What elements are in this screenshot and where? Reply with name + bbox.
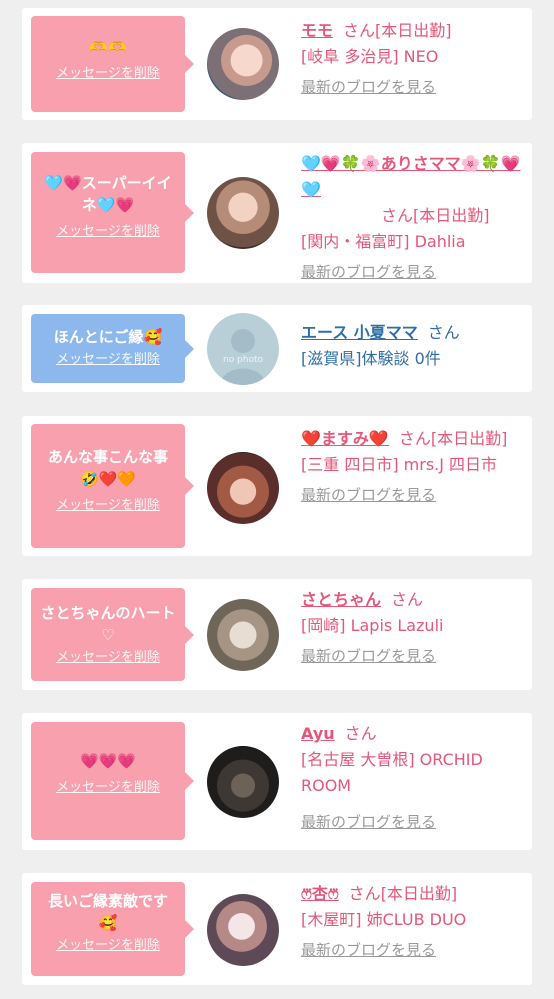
message-text: 🫶🫶 bbox=[89, 38, 127, 56]
san-label: さん bbox=[398, 429, 431, 448]
delete-message-link[interactable]: メッセージを削除 bbox=[56, 62, 160, 81]
san-label: さん bbox=[343, 21, 376, 40]
san-label: さん bbox=[344, 724, 377, 743]
user-name-link[interactable]: ෆ⃛杏ෆ⃛ bbox=[301, 884, 339, 903]
user-name-link[interactable]: ❤️ますみ❤️ bbox=[301, 429, 389, 448]
san-label: さん bbox=[348, 884, 381, 903]
status-tag: [本日出勤] bbox=[413, 206, 490, 225]
area-text: [三重 四日市] mrs.J 四日市 bbox=[301, 455, 498, 474]
delete-message-link[interactable]: メッセージを削除 bbox=[56, 494, 160, 513]
status-tag: [本日出勤] bbox=[430, 429, 508, 448]
latest-blog-link[interactable]: 最新のブログを見る bbox=[301, 259, 527, 285]
avatar[interactable] bbox=[207, 28, 279, 100]
latest-blog-link[interactable]: 最新のブログを見る bbox=[301, 937, 527, 963]
area-text: [木屋町] 姉CLUB DUO bbox=[301, 910, 467, 929]
message-card: さとちゃんのハート♡ メッセージを削除 さとちゃん さん [岡崎] Lapis L… bbox=[22, 579, 532, 690]
delete-message-link[interactable]: メッセージを削除 bbox=[56, 220, 160, 239]
user-name-link[interactable]: モモ bbox=[301, 21, 333, 40]
message-text: 💗💗💗 bbox=[79, 752, 137, 770]
avatar[interactable] bbox=[207, 894, 279, 966]
status-tag: [本日出勤] bbox=[375, 21, 452, 40]
avatar[interactable] bbox=[207, 177, 279, 249]
message-text: ほんとにご縁🥰 bbox=[53, 328, 163, 346]
delete-message-link[interactable]: メッセージを削除 bbox=[56, 776, 160, 795]
message-text: さとちゃんのハート♡ bbox=[40, 604, 176, 644]
user-info: モモ さん[本日出勤] [岐阜 多治見] NEO 最新のブログを見る bbox=[301, 18, 527, 100]
no-photo-label: no photo bbox=[222, 355, 264, 365]
message-bubble: ほんとにご縁🥰 メッセージを削除 bbox=[31, 314, 194, 383]
no-photo-avatar[interactable]: no photo bbox=[207, 313, 279, 385]
message-card: 長いご縁素敵です🥰 メッセージを削除 ෆ⃛杏ෆ⃛ さん[本日出勤] [木屋町] 姉… bbox=[22, 873, 532, 985]
message-text: 長いご縁素敵です🥰 bbox=[47, 892, 168, 932]
user-name-link[interactable]: さとちゃん bbox=[301, 590, 381, 609]
user-info: さとちゃん さん [岡崎] Lapis Lazuli 最新のブログを見る bbox=[301, 587, 527, 669]
delete-message-link[interactable]: メッセージを削除 bbox=[56, 646, 160, 665]
message-card: あんな事こんな事🤣❤️🧡 メッセージを削除 ❤️ますみ❤️ さん[本日出勤] [三… bbox=[22, 416, 532, 556]
san-label: さん bbox=[381, 206, 414, 225]
latest-blog-link[interactable]: 最新のブログを見る bbox=[301, 809, 527, 835]
user-name-link[interactable]: エース 小夏ママ bbox=[301, 323, 418, 342]
latest-blog-link[interactable]: 最新のブログを見る bbox=[301, 482, 527, 508]
user-info: Ayu さん [名古屋 大曽根] ORCHID ROOM 最新のブログを見る bbox=[301, 721, 527, 835]
user-name-link[interactable]: Ayu bbox=[301, 724, 335, 743]
user-info: ❤️ますみ❤️ さん[本日出勤] [三重 四日市] mrs.J 四日市 最新のブロ… bbox=[301, 426, 527, 508]
area-text: [関内・福富町] Dahlia bbox=[301, 232, 466, 251]
user-info: 🩵💗🍀🌸ありさママ🌸🍀💗🩵 さん[本日出勤] [関内・福富町] Dahlia 最… bbox=[301, 151, 527, 285]
message-card: 💗💗💗 メッセージを削除 Ayu さん [名古屋 大曽根] ORCHID ROOM… bbox=[22, 713, 532, 850]
person-silhouette-icon bbox=[221, 329, 265, 385]
area-text: [滋賀県]体験談 0件 bbox=[301, 349, 441, 368]
user-name-link[interactable]: 🩵💗🍀🌸ありさママ🌸🍀💗🩵 bbox=[301, 151, 527, 203]
user-info: ෆ⃛杏ෆ⃛ さん[本日出勤] [木屋町] 姉CLUB DUO 最新のブログを見る bbox=[301, 881, 527, 963]
message-bubble: 🫶🫶 メッセージを削除 bbox=[31, 16, 194, 112]
message-card: ほんとにご縁🥰 メッセージを削除 no photo エース 小夏ママ さん [滋賀… bbox=[22, 305, 532, 392]
message-bubble: さとちゃんのハート♡ メッセージを削除 bbox=[31, 588, 194, 681]
san-label: さん bbox=[427, 323, 460, 342]
avatar[interactable] bbox=[207, 746, 279, 818]
message-bubble: 💗💗💗 メッセージを削除 bbox=[31, 722, 194, 840]
area-text: [岐阜 多治見] NEO bbox=[301, 47, 439, 66]
message-card: 🩵💗スーパーイイネ🩵💗 メッセージを削除 🩵💗🍀🌸ありさママ🌸🍀💗🩵 さん[本日… bbox=[22, 143, 532, 283]
area-text: [岡崎] Lapis Lazuli bbox=[301, 616, 444, 635]
status-tag: [本日出勤] bbox=[380, 884, 458, 903]
delete-message-link[interactable]: メッセージを削除 bbox=[56, 934, 160, 953]
message-text: 🩵💗スーパーイイネ🩵💗 bbox=[44, 174, 172, 214]
latest-blog-link[interactable]: 最新のブログを見る bbox=[301, 643, 527, 669]
message-card: 🫶🫶 メッセージを削除 モモ さん[本日出勤] [岐阜 多治見] NEO 最新のブ… bbox=[22, 8, 532, 120]
latest-blog-link[interactable]: 最新のブログを見る bbox=[301, 74, 527, 100]
message-bubble: 🩵💗スーパーイイネ🩵💗 メッセージを削除 bbox=[31, 152, 194, 273]
san-label: さん bbox=[391, 590, 424, 609]
message-bubble: あんな事こんな事🤣❤️🧡 メッセージを削除 bbox=[31, 424, 194, 548]
delete-message-link[interactable]: メッセージを削除 bbox=[56, 348, 160, 367]
area-text: [名古屋 大曽根] ORCHID ROOM bbox=[301, 750, 483, 795]
user-info: エース 小夏ママ さん [滋賀県]体験談 0件 bbox=[301, 320, 527, 372]
message-bubble: 長いご縁素敵です🥰 メッセージを削除 bbox=[31, 882, 194, 976]
message-list: 🫶🫶 メッセージを削除 モモ さん[本日出勤] [岐阜 多治見] NEO 最新のブ… bbox=[0, 0, 554, 999]
message-text: あんな事こんな事🤣❤️🧡 bbox=[47, 448, 168, 488]
avatar[interactable] bbox=[207, 599, 279, 671]
avatar[interactable] bbox=[207, 452, 279, 524]
